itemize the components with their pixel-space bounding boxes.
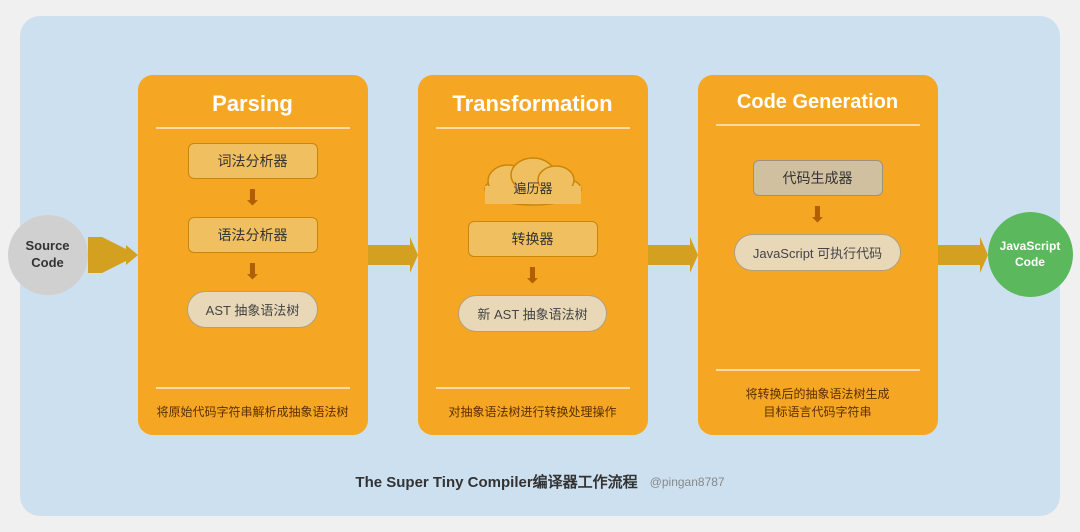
arrow-svg — [88, 237, 138, 273]
transformation-content: 遍历器 转换器 ⬇ 新 AST 抽象语法树 — [436, 143, 630, 377]
transformer-box: 转换器 — [468, 221, 598, 257]
code-gen-divider — [716, 124, 920, 126]
transformation-footer-divider — [436, 387, 630, 389]
svg-text:遍历器: 遍历器 — [513, 181, 552, 196]
code-generation-title: Code Generation — [737, 91, 898, 114]
down-arrow-4: ⬇ — [808, 204, 826, 226]
down-arrow-1: ⬇ — [243, 187, 261, 209]
footer-row: The Super Tiny Compiler编译器工作流程 @pingan87… — [355, 471, 724, 496]
code-gen-footer-divider — [716, 369, 920, 371]
code-generator-box: 代码生成器 — [753, 160, 883, 196]
arrow-transform-to-codegen — [648, 237, 698, 273]
ast-box-1: AST 抽象语法树 — [187, 291, 319, 328]
js-executable-box: JavaScript 可执行代码 — [734, 234, 901, 271]
code-gen-content: 代码生成器 ⬇ JavaScript 可执行代码 — [716, 140, 920, 359]
js-code-label: JavaScript Code — [1000, 239, 1061, 270]
down-arrow-3: ⬇ — [523, 265, 541, 287]
arrow-parsing-to-transform — [368, 237, 418, 273]
footer-title: The Super Tiny Compiler编译器工作流程 — [355, 471, 637, 492]
arrow-svg-2 — [368, 237, 418, 273]
cloud-svg: 遍历器 — [478, 151, 588, 206]
parsing-footer-divider — [156, 387, 350, 389]
parsing-panel: Parsing 词法分析器 ⬇ 语法分析器 ⬇ AST 抽象语法树 将原始代码字… — [138, 75, 368, 435]
arrow-svg-3 — [648, 237, 698, 273]
code-gen-footer: 将转换后的抽象语法树生成 目标语言代码字符串 — [745, 385, 889, 421]
transformation-title: Transformation — [452, 91, 612, 117]
parsing-content: 词法分析器 ⬇ 语法分析器 ⬇ AST 抽象语法树 — [156, 143, 350, 377]
footer-sub: @pingan8787 — [650, 475, 725, 489]
syntax-analyzer-box: 语法分析器 — [188, 217, 318, 253]
js-code-node: JavaScript Code — [988, 212, 1073, 297]
code-generation-panel: Code Generation 代码生成器 ⬇ JavaScript 可执行代码… — [698, 75, 938, 435]
transformation-footer: 对抽象语法树进行转换处理操作 — [448, 403, 616, 421]
new-ast-box: 新 AST 抽象语法树 — [458, 295, 606, 332]
parsing-title: Parsing — [212, 91, 293, 117]
source-code-node: Source Code — [8, 215, 88, 295]
parsing-divider — [156, 127, 350, 129]
lexical-analyzer-box: 词法分析器 — [188, 143, 318, 179]
outer-container: Source Code Parsing 词法分析器 ⬇ 语法分析器 — [20, 16, 1060, 516]
transformation-panel: Transformation 遍历器 转换器 ⬇ 新 AST 抽象语法树 — [418, 75, 648, 435]
parsing-footer: 将原始代码字符串解析成抽象语法树 — [156, 403, 348, 421]
arrow-source-to-parsing — [88, 237, 138, 273]
transformation-divider — [436, 127, 630, 129]
arrow-svg-4 — [938, 237, 988, 273]
source-code-label: Source Code — [25, 238, 69, 272]
diagram-row: Source Code Parsing 词法分析器 ⬇ 语法分析器 — [50, 46, 1030, 463]
down-arrow-2: ⬇ — [243, 261, 261, 283]
arrow-codegen-to-js — [938, 237, 988, 273]
